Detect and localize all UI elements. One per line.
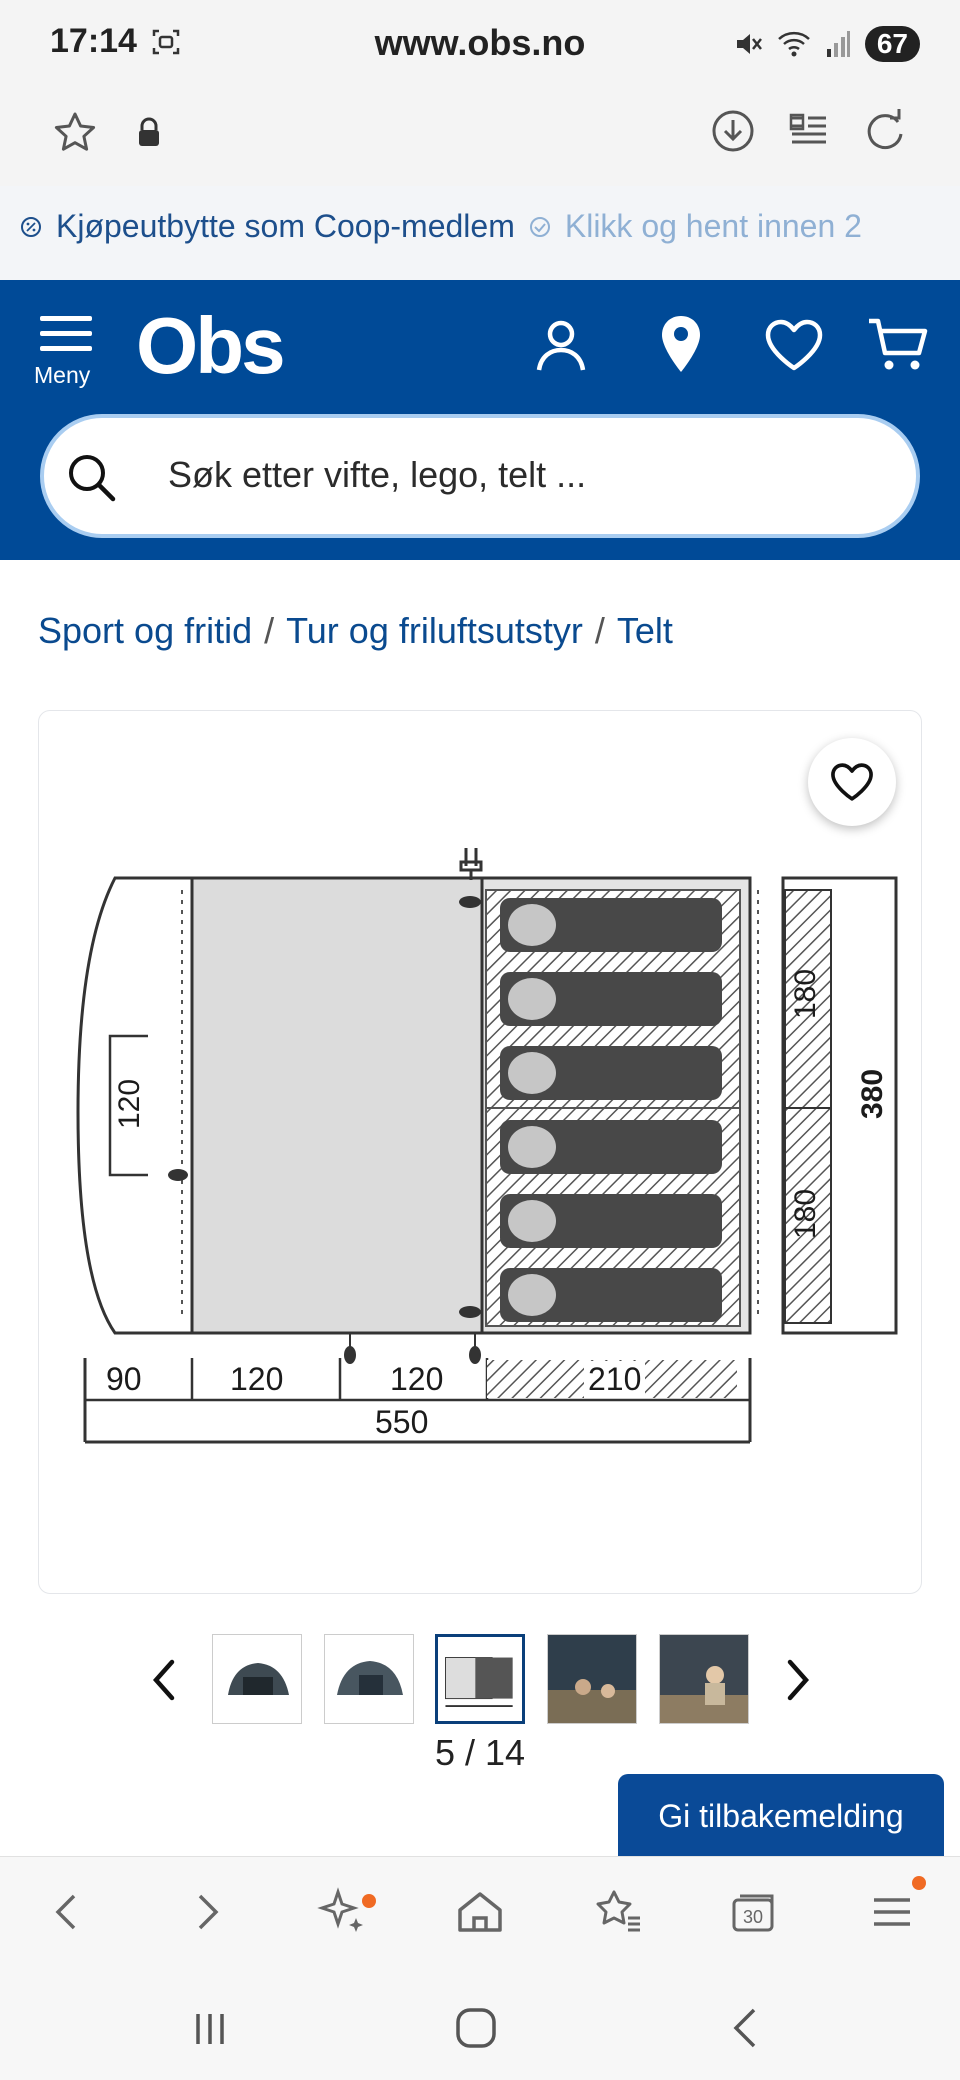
recent-apps-icon[interactable] [180,1998,240,2058]
dimension-bedroom-depth: 210 [584,1361,646,1398]
dimension-total-width: 380 [856,1068,889,1120]
thumbnail-1[interactable] [212,1634,302,1724]
dimension-total-length: 550 [375,1404,429,1440]
forward-icon[interactable] [176,1882,236,1942]
hamburger-menu-icon[interactable] [862,1882,922,1942]
image-counter: 5 / 14 [434,1732,526,1773]
system-back-icon[interactable] [716,1998,776,2058]
dimension-living-a: 120 [230,1361,284,1397]
dimension-bedroom-bottom: 180 [789,1188,822,1240]
lifestyle-photo-thumbnail [660,1635,748,1723]
thumbnail-2[interactable] [324,1634,414,1724]
tent-photo-thumbnail [228,1663,289,1695]
dimension-door-width: 120 [113,1078,146,1130]
tabs-icon[interactable]: 30 [724,1882,784,1942]
home-icon[interactable] [450,1882,510,1942]
home-button-icon[interactable] [446,1998,506,2058]
tent-photo-thumbnail [337,1661,403,1695]
chevron-left-icon[interactable] [140,1648,188,1712]
dimension-bedroom-top: 180 [789,968,822,1020]
svg-text:30: 30 [743,1907,763,1927]
tent-floorplan-image [76,848,898,1444]
lifestyle-photo-thumbnail [548,1635,636,1723]
dimension-living-b: 120 [390,1361,444,1397]
bookmarks-icon[interactable] [588,1882,648,1942]
dimension-vestibule: 90 [106,1361,142,1397]
back-icon[interactable] [38,1882,98,1942]
menu-notification-dot [912,1876,926,1890]
ai-notification-dot [362,1894,376,1908]
thumbnail-4[interactable] [547,1634,637,1724]
ai-sparkle-icon[interactable] [312,1882,372,1942]
chevron-right-icon[interactable] [774,1648,822,1712]
thumbnail-5[interactable] [659,1634,749,1724]
floorplan-thumbnail [445,1657,513,1707]
feedback-button[interactable]: Gi tilbakemelding [618,1774,944,1858]
thumbnail-3-active[interactable] [435,1634,525,1724]
